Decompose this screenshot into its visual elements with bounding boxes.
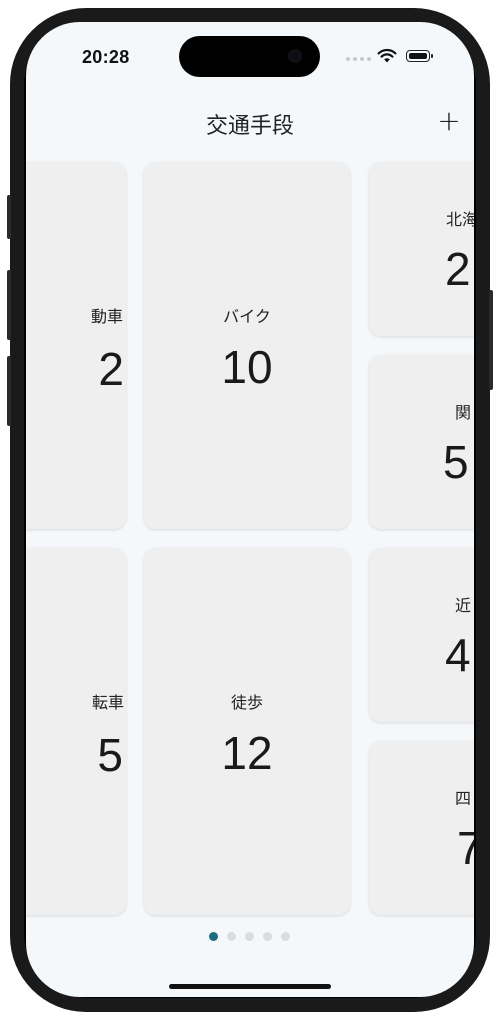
card-value: 4 — [445, 629, 471, 681]
card-label: 動車 — [90, 307, 123, 326]
card-label: 四 — [455, 789, 472, 808]
volume-down-button — [7, 356, 11, 426]
card-label: バイク — [223, 307, 271, 326]
page-indicator[interactable] — [209, 932, 290, 941]
card-value: 2 — [98, 343, 124, 395]
transport-card[interactable]: 関 5 — [369, 355, 474, 529]
transport-card[interactable]: 四 7 — [369, 741, 474, 915]
page-title: 交通手段 — [205, 114, 294, 139]
app-screen: 20:28 交通手段 + 動車 2 転車 5 バイク 10 徒歩 12 北海 2… — [26, 22, 474, 997]
status-time: 20:28 — [82, 47, 130, 67]
card-value: 7 — [457, 822, 474, 874]
add-button[interactable]: + — [434, 106, 464, 136]
transport-card[interactable]: バイク 10 — [144, 162, 350, 529]
card-value: 10 — [221, 341, 273, 393]
card-value: 2 — [445, 243, 471, 295]
card-value: 5 — [97, 729, 123, 781]
card-label: 徒歩 — [230, 693, 263, 712]
battery-icon — [406, 50, 433, 62]
transport-card[interactable]: 北海 2 — [369, 162, 474, 336]
home-indicator[interactable] — [169, 984, 331, 989]
card-label: 北海 — [446, 210, 474, 229]
page-dot[interactable] — [227, 932, 236, 941]
transport-card[interactable]: 近 4 — [369, 548, 474, 722]
transport-card[interactable]: 動車 2 — [26, 162, 126, 529]
card-label: 関 — [455, 403, 472, 422]
transport-card[interactable]: 転車 5 — [26, 548, 126, 915]
card-value: 5 — [443, 436, 469, 488]
power-button — [489, 290, 493, 390]
wifi-icon — [377, 48, 397, 63]
volume-up-button — [7, 270, 11, 340]
page-dot[interactable] — [263, 932, 272, 941]
cellular-signal-icon — [346, 57, 371, 61]
card-label: 近 — [455, 596, 472, 615]
card-value: 12 — [221, 727, 273, 779]
camera-icon — [288, 49, 302, 63]
page-dot[interactable] — [281, 932, 290, 941]
page-dot[interactable] — [245, 932, 254, 941]
card-label: 転車 — [91, 693, 124, 712]
page-dot[interactable] — [209, 932, 218, 941]
transport-card[interactable]: 徒歩 12 — [144, 548, 350, 915]
dynamic-island — [179, 36, 320, 77]
mute-switch — [7, 195, 11, 239]
